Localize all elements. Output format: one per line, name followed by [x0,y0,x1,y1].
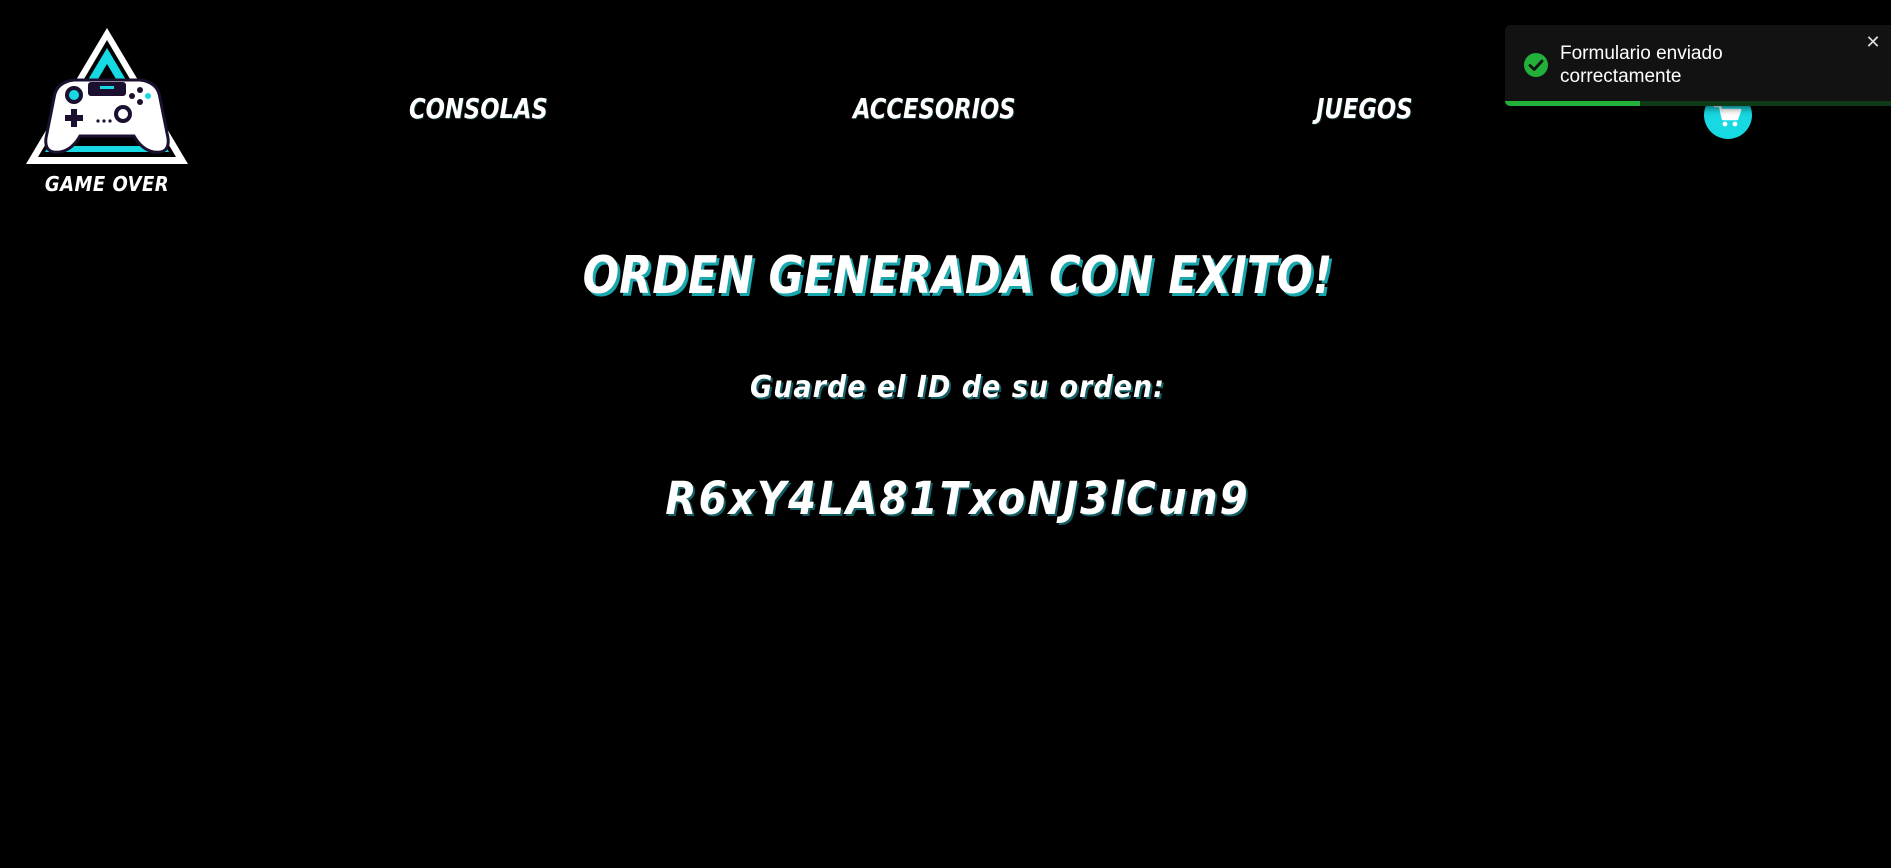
nav-item-accesorios[interactable]: ACCESORIOS [853,92,1016,125]
toast-progress-bar [1505,101,1641,106]
success-toast[interactable]: Formulario enviado correctamente ✕ [1505,25,1891,106]
close-icon[interactable]: ✕ [1863,33,1883,53]
toast-message: Formulario enviado correctamente [1560,43,1723,87]
nav-item-consolas[interactable]: CONSOLAS [409,92,548,125]
gamepad-logo-icon [26,28,188,164]
order-id-instruction: Guarde el ID de su orden: [750,370,1165,405]
brand-logo[interactable]: GAME OVER [24,26,190,198]
page: GAME OVER CONSOLAS ACCESORIOS JUEGOS ORD… [0,0,1891,868]
check-circle-icon [1524,53,1548,77]
order-id-value: R6xY4LA81TxoNJ3lCun9 [665,472,1250,525]
shopping-cart-icon [1714,104,1742,127]
page-title: ORDEN GENERADA CON EXITO! [582,246,1333,306]
brand-name: GAME OVER [44,172,170,196]
toast-progress-track [1505,101,1891,106]
nav-item-juegos[interactable]: JUEGOS [1316,92,1413,125]
